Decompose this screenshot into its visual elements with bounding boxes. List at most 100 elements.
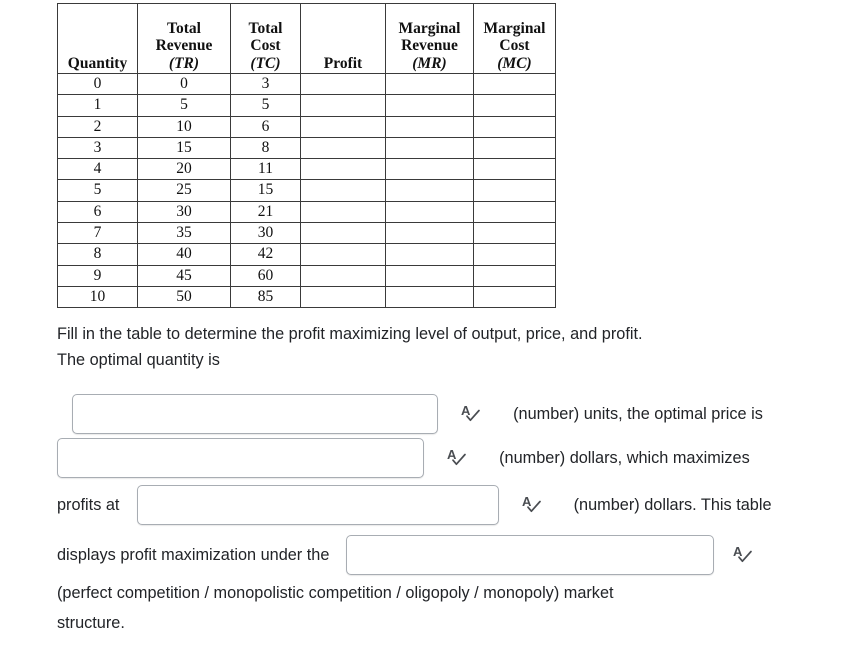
table-row: 10 50 85 xyxy=(57,285,556,309)
cell-marginal-revenue xyxy=(385,94,474,117)
cell-quantity: 8 xyxy=(57,243,138,266)
cell-marginal-revenue xyxy=(385,200,474,224)
cell-marginal-revenue xyxy=(385,264,474,287)
cell-total-revenue: 15 xyxy=(137,136,231,160)
cell-profit xyxy=(300,243,386,266)
cell-marginal-cost xyxy=(473,222,556,245)
optimal-quantity-input[interactable] xyxy=(72,394,438,434)
column-header-marginal-revenue: Marginal Revenue (MR) xyxy=(385,3,474,74)
header-line: Cost xyxy=(499,37,530,54)
maximum-profit-input[interactable] xyxy=(136,485,499,525)
closing-line-2: structure. xyxy=(57,615,125,631)
instruction-line-2: The optimal quantity is xyxy=(57,350,220,369)
cell-profit xyxy=(300,264,386,287)
spellcheck-icon: A xyxy=(521,494,543,516)
cell-profit xyxy=(300,94,386,117)
cell-marginal-revenue xyxy=(385,72,474,96)
hint-quantity: (number) units, the optimal price is xyxy=(513,404,763,423)
cell-total-revenue: 30 xyxy=(137,200,231,224)
optimal-price-input[interactable] xyxy=(57,438,424,478)
cell-marginal-revenue xyxy=(385,243,474,266)
header-abbreviation: (MR) xyxy=(412,54,447,72)
cell-total-cost: 60 xyxy=(230,264,301,287)
label-displays-profit-maximization: displays profit maximization under the xyxy=(57,545,330,564)
table-row: 3 15 8 xyxy=(57,136,556,160)
cell-marginal-cost xyxy=(473,158,556,181)
cell-quantity: 6 xyxy=(57,200,138,224)
cell-quantity: 5 xyxy=(57,179,138,202)
header-line: Cost xyxy=(250,37,281,54)
cell-quantity: 9 xyxy=(57,264,138,287)
cell-marginal-cost xyxy=(473,200,556,224)
cell-marginal-cost xyxy=(473,264,556,287)
cell-total-revenue: 50 xyxy=(137,285,231,309)
spellcheck-icon: A xyxy=(732,544,754,566)
cell-quantity: 4 xyxy=(57,158,138,181)
label-profits-at: profits at xyxy=(57,495,120,514)
instruction-paragraph: Fill in the table to determine the profi… xyxy=(57,322,852,373)
answer-row-price: A (number) dollars, which maximizes xyxy=(57,438,750,478)
table-row: 5 25 15 xyxy=(57,179,556,202)
cell-profit xyxy=(300,72,386,96)
cell-marginal-revenue xyxy=(385,222,474,245)
header-line: Profit xyxy=(323,54,363,72)
hint-profit: (number) dollars. This table xyxy=(573,495,772,514)
table-row: 6 30 21 xyxy=(57,200,556,224)
cell-marginal-cost xyxy=(473,243,556,266)
svg-text:A: A xyxy=(522,494,532,509)
table-body: 0 0 3 1 5 5 2 10 6 3 15 8 4 20 11 5 25 15 6 30 21 7 35 30 8 40 42 9… xyxy=(57,72,556,309)
cell-total-cost: 5 xyxy=(230,94,301,117)
cell-total-revenue: 10 xyxy=(137,115,231,138)
market-structure-input[interactable] xyxy=(346,535,715,575)
header-line: Revenue xyxy=(401,37,458,54)
cell-quantity: 0 xyxy=(57,72,138,96)
cell-profit xyxy=(300,179,386,202)
cell-total-cost: 21 xyxy=(230,200,301,224)
cell-total-revenue: 25 xyxy=(137,179,231,202)
cell-total-cost: 3 xyxy=(230,72,301,96)
cell-marginal-revenue xyxy=(385,158,474,181)
cell-marginal-revenue xyxy=(385,115,474,138)
cell-total-cost: 42 xyxy=(230,243,301,266)
spellcheck-icon: A xyxy=(460,403,482,425)
cell-marginal-revenue xyxy=(385,285,474,309)
cell-quantity: 2 xyxy=(57,115,138,138)
table-row: 7 35 30 xyxy=(57,222,556,245)
cell-marginal-cost xyxy=(473,136,556,160)
column-header-marginal-cost: Marginal Cost (MC) xyxy=(473,3,556,74)
cell-total-revenue: 20 xyxy=(137,158,231,181)
closing-line-1: (perfect competition / monopolistic comp… xyxy=(57,585,614,601)
column-header-quantity: Quantity xyxy=(57,3,138,74)
header-abbreviation: (TR) xyxy=(168,54,200,72)
cell-quantity: 7 xyxy=(57,222,138,245)
header-abbreviation: (TC) xyxy=(250,54,281,72)
cell-total-cost: 6 xyxy=(230,115,301,138)
cell-profit xyxy=(300,200,386,224)
cell-profit xyxy=(300,285,386,309)
cell-total-revenue: 5 xyxy=(137,94,231,117)
market-structure-options: (perfect competition / monopolistic comp… xyxy=(57,584,614,602)
cell-profit xyxy=(300,115,386,138)
cell-total-revenue: 45 xyxy=(137,264,231,287)
table-row: 4 20 11 xyxy=(57,158,556,181)
cell-total-cost: 8 xyxy=(230,136,301,160)
svg-text:A: A xyxy=(733,544,743,559)
cell-total-cost: 85 xyxy=(230,285,301,309)
cell-profit xyxy=(300,222,386,245)
table-row: 2 10 6 xyxy=(57,115,556,138)
profit-maximization-table: Quantity Total Revenue (TR) Total Cost (… xyxy=(57,3,556,309)
table-row: 003 xyxy=(57,72,556,96)
cell-quantity: 1 xyxy=(57,94,138,117)
header-line: Marginal xyxy=(483,19,546,37)
header-abbreviation: (MC) xyxy=(497,54,532,72)
cell-profit xyxy=(300,158,386,181)
header-line: Quantity xyxy=(67,54,128,72)
question-body: Fill in the table to determine the profi… xyxy=(57,322,857,631)
instruction-line-1: Fill in the table to determine the profi… xyxy=(57,325,643,343)
cell-quantity: 3 xyxy=(57,136,138,160)
cell-total-cost: 15 xyxy=(230,179,301,202)
cell-total-cost: 11 xyxy=(230,158,301,181)
svg-text:A: A xyxy=(447,447,457,462)
cell-marginal-cost xyxy=(473,94,556,117)
cell-total-cost: 30 xyxy=(230,222,301,245)
